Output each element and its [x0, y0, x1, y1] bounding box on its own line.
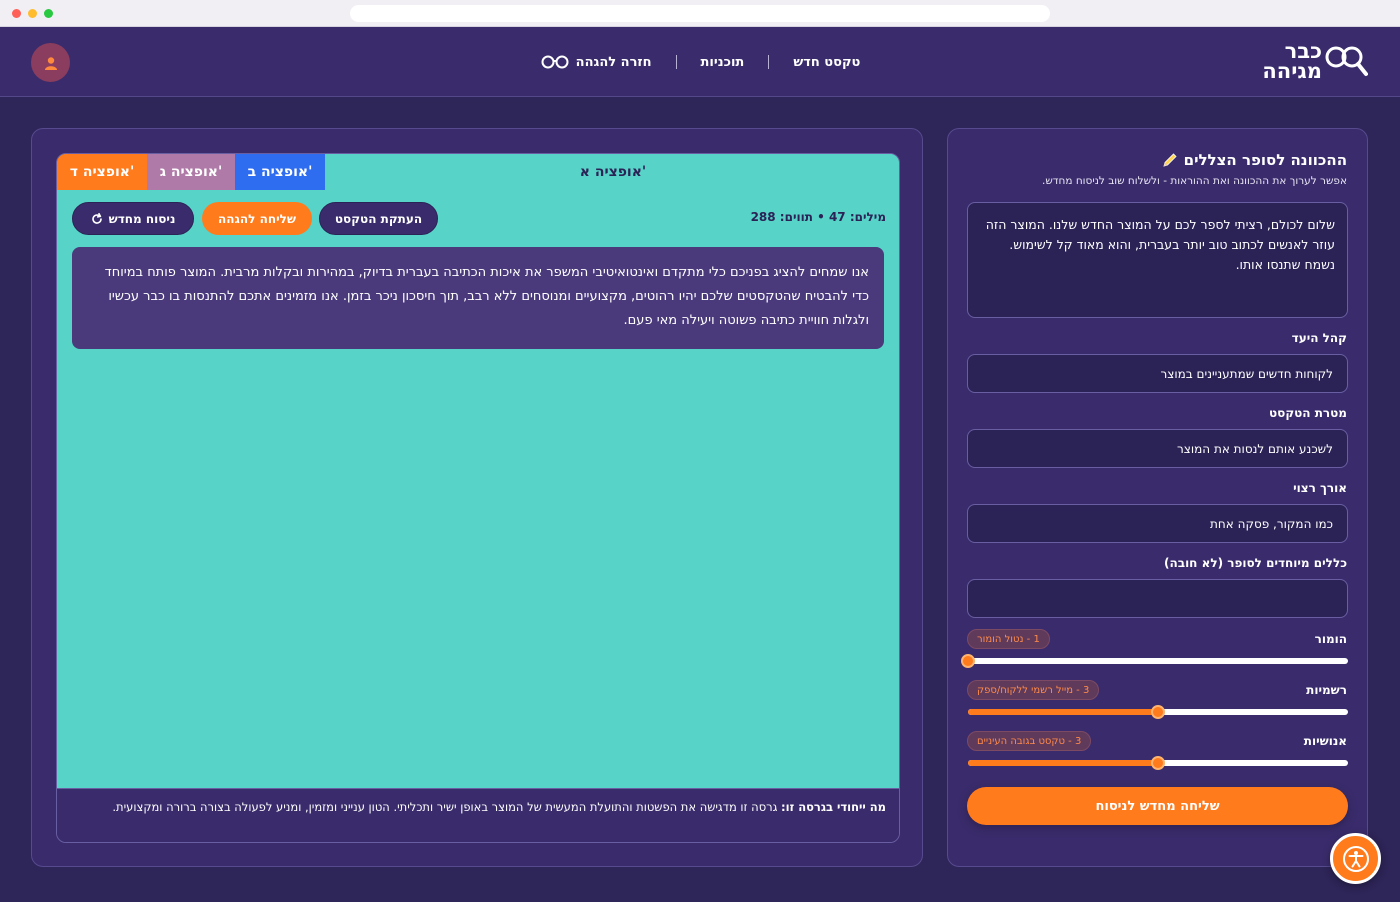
length-label: אורך רצוי — [1293, 481, 1347, 495]
nav-back-label: חזרה להגהה — [575, 54, 652, 70]
humanity-slider[interactable] — [968, 756, 1348, 770]
window-close-icon[interactable] — [12, 9, 21, 18]
address-bar[interactable] — [350, 5, 1050, 22]
nav-new-text[interactable]: טקסט חדש — [769, 55, 884, 70]
refresh-icon — [91, 212, 102, 224]
rules-label: כללים מיוחדים לסופר (לא חובה) — [1164, 556, 1347, 570]
nav-back-to-proofing[interactable]: חזרה להגהה — [516, 55, 676, 70]
top-navigation: כבר מגיהה טקסט חדש תוכניות חזרה להגהה — [0, 27, 1400, 97]
accessibility-button[interactable] — [1330, 833, 1381, 884]
audience-label: קהל היעד — [1291, 331, 1347, 345]
nav-plans[interactable]: תוכניות — [677, 55, 769, 70]
humor-slider[interactable] — [961, 654, 1348, 668]
tab-option-d[interactable]: אופציה ד' — [57, 154, 147, 190]
humanity-label: אנושיות — [1303, 734, 1347, 748]
brief-subtitle: אפשר לערוך את ההכוונה ואת ההוראות - ולשל… — [1041, 175, 1347, 187]
send-to-proofing-button[interactable]: שליחה להגהה — [202, 202, 312, 235]
copy-text-label: העתקת הטקסט — [334, 211, 423, 226]
rephrase-label: ניסוח מחדש — [108, 211, 176, 226]
brief-panel: ההכוונה לסופר הצללים אפשר לערוך את ההכוו… — [947, 128, 1368, 867]
nav-divider — [768, 55, 770, 69]
rephrase-button[interactable]: ניסוח מחדש — [72, 202, 194, 235]
word-count: מילים: 47 • תווים: 288 — [750, 210, 886, 224]
humanity-slider-thumb[interactable] — [1151, 756, 1165, 770]
tab-content: אופציה א' אופציה ב' אופציה ג' אופציה ד' … — [57, 154, 899, 788]
window-minimize-icon[interactable] — [28, 9, 37, 18]
browser-chrome — [0, 0, 1400, 27]
rules-input[interactable] — [967, 579, 1348, 618]
humanity-slider-fill — [968, 760, 1158, 766]
generated-text: אנו שמחים להציג בפניכם כלי מתקדם ואינטוא… — [72, 247, 884, 349]
version-note-text: גרסה זו מדגישה את הפשטות והתועלת המעשית … — [112, 800, 778, 814]
results-panel: אופציה א' אופציה ב' אופציה ג' אופציה ד' … — [31, 128, 923, 867]
accessibility-icon — [1342, 845, 1369, 872]
avatar[interactable] — [31, 43, 70, 82]
formality-badge: 3 - מייל רשמי ללקוח/ספק — [967, 680, 1100, 700]
nav-plans-label: תוכניות — [700, 54, 745, 70]
pencil-icon — [1163, 153, 1177, 167]
version-note-label: מה ייחודי בגרסה זו: — [781, 800, 886, 814]
brief-title-text: ההכוונה לסופר הצללים — [1183, 151, 1347, 169]
version-note: מה ייחודי בגרסה זו: גרסה זו מדגישה את הפ… — [57, 788, 899, 842]
length-input[interactable]: כמו המקור, פסקה אחת — [967, 504, 1348, 543]
brief-message-textarea[interactable]: שלום לכולם, רציתי לספר לכם על המוצר החדש… — [967, 202, 1348, 318]
window-maximize-icon[interactable] — [44, 9, 53, 18]
resend-button[interactable]: שליחה מחדש לניסוח — [967, 787, 1348, 825]
results-card: אופציה א' אופציה ב' אופציה ג' אופציה ד' … — [56, 153, 900, 843]
tab-option-b[interactable]: אופציה ב' — [235, 154, 325, 190]
humor-slider-thumb[interactable] — [961, 654, 975, 668]
copy-text-button[interactable]: העתקת הטקסט — [319, 202, 438, 235]
formality-slider-fill — [968, 709, 1158, 715]
formality-label: רשמיות — [1306, 683, 1347, 697]
nav-divider — [675, 55, 677, 69]
tab-option-c[interactable]: אופציה ג' — [147, 154, 235, 190]
tab-option-a[interactable]: אופציה א' — [325, 154, 899, 190]
user-icon — [44, 56, 57, 70]
humanity-badge: 3 - טקסט בגובה העיניים — [967, 731, 1092, 751]
purpose-input[interactable]: לשכנע אותם לנסות את המוצר — [967, 429, 1348, 468]
glasses-icon — [541, 55, 569, 69]
main-nav: טקסט חדש תוכניות חזרה להגהה — [0, 27, 1400, 97]
humor-label: הומור — [1314, 632, 1347, 646]
nav-new-text-label: טקסט חדש — [793, 54, 861, 70]
formality-slider[interactable] — [968, 705, 1348, 719]
purpose-label: מטרת הטקסט — [1269, 406, 1347, 420]
humor-badge: 1 - נטול הומור — [967, 629, 1050, 649]
send-to-proofing-label: שליחה להגהה — [218, 211, 296, 226]
brief-title: ההכוונה לסופר הצללים — [1162, 151, 1347, 169]
audience-input[interactable]: לקוחות חדשים שמתעניינים במוצר — [967, 354, 1348, 393]
formality-slider-thumb[interactable] — [1151, 705, 1165, 719]
